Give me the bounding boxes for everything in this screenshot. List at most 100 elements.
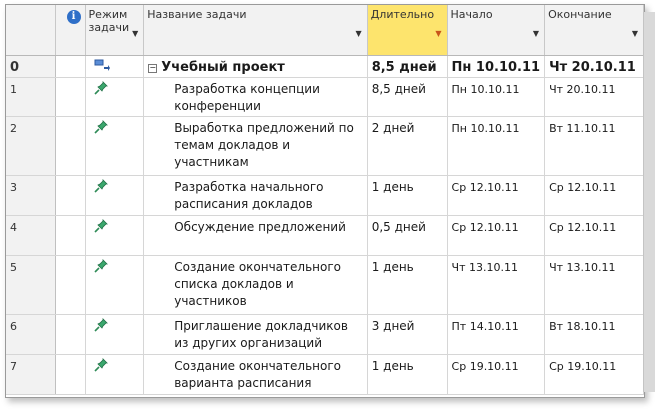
pin-icon bbox=[93, 81, 108, 100]
finish-cell[interactable]: Ср 19.10.11 bbox=[544, 354, 644, 395]
start-cell[interactable]: Пн 10.10.11 bbox=[447, 77, 546, 117]
name-header-label: Название задачи bbox=[147, 8, 247, 21]
chevron-down-icon[interactable]: ▼ bbox=[435, 29, 441, 38]
task-name: Обсуждение предложений bbox=[174, 220, 346, 234]
duration-cell[interactable]: 8,5 дней bbox=[366, 55, 448, 78]
indicator-cell bbox=[55, 215, 86, 256]
task-name: Разработка начального расписания докладо… bbox=[174, 180, 324, 211]
task-table: i Режим задачи ▼ Название задачи ▼ Длитель… bbox=[6, 5, 644, 395]
pin-icon bbox=[93, 179, 108, 198]
mode-cell[interactable] bbox=[85, 354, 145, 395]
chevron-down-icon[interactable]: ▼ bbox=[132, 29, 138, 38]
task-name-cell[interactable]: Выработка предложений по темам докладов … bbox=[143, 116, 368, 176]
mode-cell[interactable] bbox=[85, 116, 145, 176]
chevron-down-icon[interactable]: ▼ bbox=[533, 29, 539, 38]
pin-icon bbox=[93, 219, 108, 238]
indicator-cell bbox=[55, 116, 86, 176]
indicator-cell bbox=[55, 314, 86, 355]
task-name: Создание окончательного списка докладов … bbox=[174, 260, 341, 308]
indicator-cell bbox=[55, 255, 86, 315]
indicator-cell bbox=[55, 175, 86, 216]
start-header-label: Начало bbox=[450, 8, 493, 21]
start-cell[interactable]: Ср 19.10.11 bbox=[447, 354, 546, 395]
task-name: Выработка предложений по темам докладов … bbox=[174, 121, 354, 169]
pin-icon bbox=[93, 318, 108, 337]
table-row[interactable]: 4 Обсуждение предложений 0,5 дней Ср 12.… bbox=[6, 215, 644, 256]
task-name: Приглашение докладчиков из других органи… bbox=[174, 319, 348, 350]
task-name-cell[interactable]: − Учебный проект bbox=[143, 55, 368, 78]
task-name-cell[interactable]: Обсуждение предложений bbox=[143, 215, 368, 256]
task-name-cell[interactable]: Создание окончательного списка докладов … bbox=[143, 255, 368, 315]
table-row[interactable]: 5 Создание окончательного списка докладо… bbox=[6, 255, 644, 315]
indicator-cell bbox=[55, 77, 86, 117]
table-row[interactable]: 3 Разработка начального расписания докла… bbox=[6, 175, 644, 216]
mode-cell[interactable] bbox=[85, 215, 145, 256]
duration-cell[interactable]: 2 дней bbox=[366, 116, 448, 176]
info-icon: i bbox=[66, 10, 81, 24]
duration-cell[interactable]: 0,5 дней bbox=[366, 215, 448, 256]
task-name-cell[interactable]: Создание окончательного варианта расписа… bbox=[143, 354, 368, 395]
start-cell[interactable]: Пт 14.10.11 bbox=[447, 314, 546, 355]
start-cell[interactable]: Чт 13.10.11 bbox=[447, 255, 546, 315]
finish-cell[interactable]: Вт 11.10.11 bbox=[544, 116, 644, 176]
task-name: Учебный проект bbox=[161, 60, 285, 75]
finish-cell[interactable]: Вт 18.10.11 bbox=[544, 314, 644, 355]
duration-cell[interactable]: 1 день bbox=[366, 175, 448, 216]
mode-cell[interactable] bbox=[85, 314, 145, 355]
task-name: Разработка концепции конференции bbox=[174, 82, 320, 113]
row-id[interactable]: 5 bbox=[6, 255, 56, 315]
name-column-header[interactable]: Название задачи ▼ bbox=[143, 5, 368, 56]
mode-column-header[interactable]: Режим задачи ▼ bbox=[85, 5, 145, 56]
table-row[interactable]: 0 − Учебный проект 8,5 дней Пн 10.10.11 Ч… bbox=[6, 55, 644, 78]
row-id[interactable]: 2 bbox=[6, 116, 56, 176]
table-row[interactable]: 7 Создание окончательного варианта распи… bbox=[6, 354, 644, 395]
task-name-cell[interactable]: Приглашение докладчиков из других органи… bbox=[143, 314, 368, 355]
indicator-cell bbox=[55, 55, 86, 78]
pin-icon bbox=[93, 358, 108, 377]
header-row: i Режим задачи ▼ Название задачи ▼ Длитель… bbox=[6, 5, 644, 56]
task-name: Создание окончательного варианта расписа… bbox=[174, 359, 341, 390]
finish-cell[interactable]: Ср 12.10.11 bbox=[544, 215, 644, 256]
duration-cell[interactable]: 3 дней bbox=[366, 314, 448, 355]
indicators-column-header[interactable]: i bbox=[55, 5, 86, 56]
row-id[interactable]: 3 bbox=[6, 175, 56, 216]
row-id[interactable]: 4 bbox=[6, 215, 56, 256]
task-name-cell[interactable]: Разработка начального расписания докладо… bbox=[143, 175, 368, 216]
collapse-icon[interactable]: − bbox=[148, 64, 158, 73]
start-cell[interactable]: Пн 10.10.11 bbox=[447, 55, 546, 78]
table-row[interactable]: 2 Выработка предложений по темам докладо… bbox=[6, 116, 644, 176]
task-name-cell[interactable]: Разработка концепции конференции bbox=[143, 77, 368, 117]
duration-cell[interactable]: 1 день bbox=[366, 354, 448, 395]
duration-cell[interactable]: 8,5 дней bbox=[366, 77, 448, 117]
mode-cell[interactable] bbox=[85, 175, 145, 216]
finish-header-label: Окончание bbox=[548, 8, 612, 21]
chevron-down-icon[interactable]: ▼ bbox=[632, 29, 638, 38]
vertical-scrollbar[interactable] bbox=[643, 12, 655, 392]
mode-cell[interactable] bbox=[85, 55, 145, 78]
start-cell[interactable]: Пн 10.10.11 bbox=[447, 116, 546, 176]
start-cell[interactable]: Ср 12.10.11 bbox=[447, 215, 546, 256]
pin-icon bbox=[93, 120, 108, 139]
mode-cell[interactable] bbox=[85, 77, 145, 117]
duration-column-header[interactable]: Длительно ▼ bbox=[367, 5, 448, 56]
duration-cell[interactable]: 1 день bbox=[366, 255, 448, 315]
table-row[interactable]: 1 Разработка концепции конференции 8,5 д… bbox=[6, 77, 644, 117]
row-id[interactable]: 6 bbox=[6, 314, 56, 355]
start-column-header[interactable]: Начало ▼ bbox=[447, 5, 546, 56]
indicator-cell bbox=[55, 354, 86, 395]
finish-cell[interactable]: Ср 12.10.11 bbox=[544, 175, 644, 216]
chevron-down-icon[interactable]: ▼ bbox=[356, 29, 362, 38]
row-id[interactable]: 1 bbox=[6, 77, 56, 117]
duration-header-label: Длительно bbox=[370, 8, 435, 21]
start-cell[interactable]: Ср 12.10.11 bbox=[447, 175, 546, 216]
finish-cell[interactable]: Чт 20.10.11 bbox=[544, 77, 644, 117]
table-row[interactable]: 6 Приглашение докладчиков из других орга… bbox=[6, 314, 644, 355]
finish-column-header[interactable]: Окончание ▼ bbox=[544, 5, 644, 56]
finish-cell[interactable]: Чт 13.10.11 bbox=[544, 255, 644, 315]
mode-cell[interactable] bbox=[85, 255, 145, 315]
row-id[interactable]: 0 bbox=[6, 55, 56, 78]
row-id[interactable]: 7 bbox=[6, 354, 56, 395]
finish-cell[interactable]: Чт 20.10.11 bbox=[544, 55, 644, 78]
select-all-corner[interactable] bbox=[6, 5, 56, 56]
task-sheet-view: i Режим задачи ▼ Название задачи ▼ Длитель… bbox=[5, 4, 645, 398]
